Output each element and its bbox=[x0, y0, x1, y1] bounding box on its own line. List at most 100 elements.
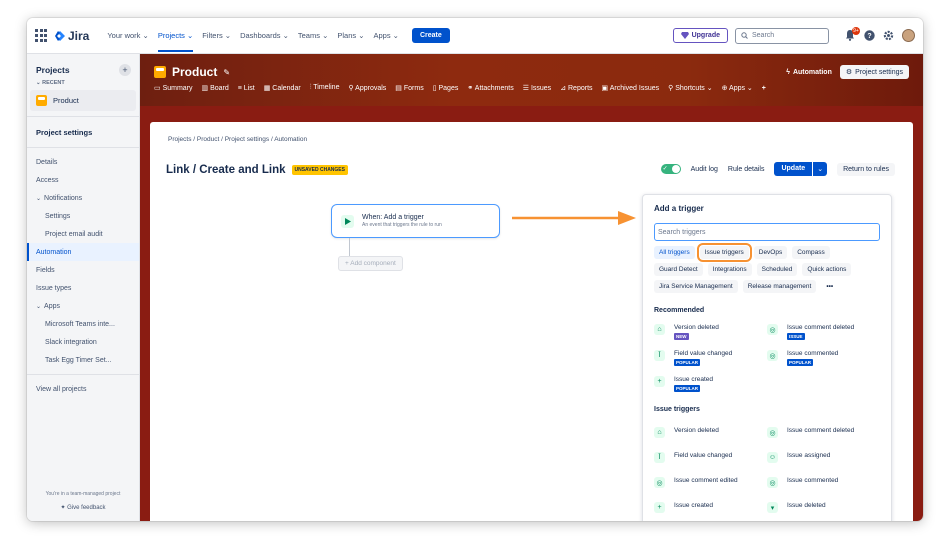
chip-issue-triggers[interactable]: Issue triggers bbox=[696, 243, 752, 262]
trigger-issue-assigned[interactable]: ☺ Issue assigned bbox=[767, 452, 880, 463]
add-tab-button[interactable]: + bbox=[762, 85, 766, 92]
help-icon[interactable]: ? bbox=[863, 30, 875, 42]
sidebar-item-product[interactable]: Product bbox=[30, 90, 136, 111]
trigger-issue-deleted[interactable]: ▾ Issue deleted bbox=[767, 502, 880, 513]
sidebar-item-notifications[interactable]: ⌄ Notifications bbox=[27, 189, 139, 207]
recommended-grid: ⌂ Version deleted NEW ◎ Issue comment del… bbox=[643, 324, 891, 392]
add-component-button[interactable]: + Add component bbox=[338, 256, 403, 271]
breadcrumb[interactable]: Projects / Product / Project settings / … bbox=[168, 136, 307, 143]
chip-integrations[interactable]: Integrations bbox=[707, 263, 752, 276]
nav-your-work[interactable]: Your work ⌄ bbox=[107, 31, 148, 40]
search-input[interactable]: Search bbox=[735, 27, 829, 44]
sidebar-item-details[interactable]: Details bbox=[27, 153, 139, 171]
issue-badge: ISSUE bbox=[787, 333, 805, 340]
main-area: Product ✎ ϟ Automation ⚙ Project setting… bbox=[140, 54, 923, 521]
new-badge: NEW bbox=[674, 333, 689, 340]
sidebar-item-task-egg-timer[interactable]: Task Egg Timer Set... bbox=[27, 351, 139, 369]
tab-forms[interactable]: ▤ Forms bbox=[395, 84, 423, 92]
sidebar-item-fields[interactable]: Fields bbox=[27, 261, 139, 279]
trigger-version-deleted[interactable]: ⌂ Version deleted NEW bbox=[654, 324, 767, 340]
view-all-projects-link[interactable]: View all projects bbox=[27, 380, 139, 398]
project-settings-button[interactable]: ⚙ Project settings bbox=[839, 65, 909, 79]
trigger-version-deleted[interactable]: ⌂ Version deleted bbox=[654, 427, 767, 438]
trigger-issue-comment-deleted[interactable]: ◎ Issue comment deleted ISSUE bbox=[767, 324, 880, 340]
tab-attachments[interactable]: ⚭ Attachments bbox=[467, 84, 513, 92]
tab-shortcuts[interactable]: ⚲ Shortcuts ⌄ bbox=[668, 84, 712, 92]
trigger-node[interactable]: When: Add a trigger An event that trigge… bbox=[331, 204, 500, 238]
upgrade-button[interactable]: Upgrade bbox=[672, 28, 728, 43]
update-button[interactable]: Update bbox=[774, 162, 813, 176]
chip-quick-actions[interactable]: Quick actions bbox=[802, 263, 852, 276]
rule-enabled-toggle[interactable] bbox=[660, 164, 681, 174]
person-icon: ☺ bbox=[767, 452, 778, 463]
trigger-issue-comment-edited[interactable]: ◎ Issue comment edited bbox=[654, 477, 767, 488]
sidebar-item-settings[interactable]: Settings bbox=[27, 207, 139, 225]
sidebar-item-issue-types[interactable]: Issue types bbox=[27, 279, 139, 297]
sidebar-item-project-email-audit[interactable]: Project email audit bbox=[27, 225, 139, 243]
trigger-issue-commented[interactable]: ◎ Issue commented POPULAR bbox=[767, 350, 880, 366]
jira-window: Jira Your work ⌄ Projects ⌄ Filters ⌄ Da… bbox=[27, 18, 923, 521]
tab-summary[interactable]: ▭ Summary bbox=[154, 84, 193, 92]
project-settings-heading: Project settings bbox=[36, 127, 93, 137]
tab-board[interactable]: ▥ Board bbox=[202, 84, 229, 92]
more-chips-icon[interactable]: ••• bbox=[821, 280, 838, 293]
chip-guard-detect[interactable]: Guard Detect bbox=[654, 263, 703, 276]
tab-apps[interactable]: ⊕ Apps ⌄ bbox=[722, 84, 753, 92]
audit-log-link[interactable]: Audit log bbox=[691, 166, 718, 173]
trigger-issue-comment-deleted[interactable]: ◎ Issue comment deleted bbox=[767, 427, 880, 438]
trigger-field-value-changed[interactable]: Ī Field value changed POPULAR bbox=[654, 350, 767, 366]
trigger-issue-created[interactable]: + Issue created POPULAR bbox=[654, 376, 767, 392]
chip-release-management[interactable]: Release management bbox=[742, 280, 817, 293]
sidebar-item-microsoft-teams[interactable]: Microsoft Teams inte... bbox=[27, 315, 139, 333]
jira-logo[interactable]: Jira bbox=[55, 29, 89, 43]
trigger-field-value-changed[interactable]: Ī Field value changed bbox=[654, 452, 767, 463]
chip-jira-service-management[interactable]: Jira Service Management bbox=[654, 280, 738, 293]
comment-icon: ◎ bbox=[767, 477, 778, 488]
automation-link[interactable]: ϟ Automation bbox=[786, 69, 832, 76]
chip-compass[interactable]: Compass bbox=[792, 246, 830, 259]
nav-dashboards[interactable]: Dashboards ⌄ bbox=[240, 31, 289, 40]
tab-issues[interactable]: ☰ Issues bbox=[523, 84, 551, 92]
sidebar-item-apps[interactable]: ⌄ Apps bbox=[27, 297, 139, 315]
tab-approvals[interactable]: ⚲ Approvals bbox=[348, 84, 386, 92]
edit-pin-icon[interactable]: ✎ bbox=[223, 68, 230, 77]
trigger-issue-commented[interactable]: ◎ Issue commented bbox=[767, 477, 880, 488]
tab-calendar[interactable]: ▦ Calendar bbox=[264, 84, 301, 92]
project-header: Product ✎ ϟ Automation ⚙ Project setting… bbox=[140, 54, 923, 106]
tab-timeline[interactable]: ⫶ Timeline bbox=[310, 84, 340, 92]
version-icon: ⌂ bbox=[654, 324, 665, 335]
popular-badge: POPULAR bbox=[674, 359, 701, 366]
nav-filters[interactable]: Filters ⌄ bbox=[202, 31, 231, 40]
sidebar-item-access[interactable]: Access bbox=[27, 171, 139, 189]
tab-reports[interactable]: ⊿ Reports bbox=[560, 84, 592, 92]
add-project-icon[interactable]: + bbox=[119, 64, 131, 76]
search-triggers-input[interactable]: Search triggers bbox=[654, 223, 880, 241]
app-switcher-icon[interactable] bbox=[35, 28, 49, 43]
trigger-issue-created[interactable]: + Issue created bbox=[654, 502, 767, 513]
create-button[interactable]: Create bbox=[411, 28, 450, 43]
user-avatar[interactable] bbox=[902, 29, 915, 42]
trigger-node-subtitle: An event that triggers the rule to run bbox=[362, 222, 442, 228]
chip-scheduled[interactable]: Scheduled bbox=[756, 263, 798, 276]
nav-teams[interactable]: Teams ⌄ bbox=[298, 31, 328, 40]
nav-plans[interactable]: Plans ⌄ bbox=[337, 31, 364, 40]
field-icon: Ī bbox=[654, 452, 665, 463]
add-trigger-panel: Add a trigger Search triggers All trigge… bbox=[642, 194, 892, 521]
tab-pages[interactable]: ▯ Pages bbox=[433, 84, 459, 92]
recent-label: ⌄ RECENT bbox=[36, 80, 65, 86]
sidebar-item-automation[interactable]: Automation bbox=[27, 243, 139, 261]
give-feedback-link[interactable]: ✦ Give feedback bbox=[27, 504, 139, 511]
tab-archived-issues[interactable]: ▣ Archived Issues bbox=[602, 84, 660, 92]
tab-list[interactable]: ≡ List bbox=[238, 85, 255, 92]
popular-badge: POPULAR bbox=[674, 385, 701, 392]
rule-details-link[interactable]: Rule details bbox=[728, 166, 765, 173]
return-to-rules-button[interactable]: Return to rules bbox=[837, 162, 895, 176]
nav-projects[interactable]: Projects ⌄ bbox=[157, 19, 194, 52]
nav-apps[interactable]: Apps ⌄ bbox=[374, 31, 399, 40]
settings-gear-icon[interactable] bbox=[882, 30, 894, 42]
chip-all-triggers[interactable]: All triggers bbox=[654, 246, 695, 259]
chip-devops[interactable]: DevOps bbox=[753, 246, 788, 259]
notifications-icon[interactable]: 9+ bbox=[844, 26, 860, 42]
sidebar-item-slack[interactable]: Slack integration bbox=[27, 333, 139, 351]
chevron-down-icon[interactable]: ⌄ bbox=[813, 162, 828, 176]
